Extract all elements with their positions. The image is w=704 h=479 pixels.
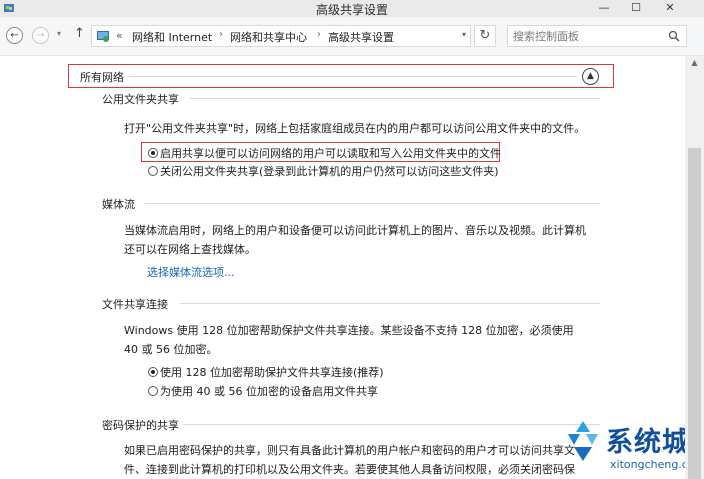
media-streaming-description: 当媒体流启用时，网络上的用户和设备便可以访问此计算机上的图片、音乐以及视频。此计…	[124, 224, 586, 256]
radio-option-disable-public-sharing[interactable]: 关闭公用文件夹共享(登录到此计算机的用户仍然可以访问这些文件夹)	[148, 163, 499, 179]
forward-arrow-icon[interactable]: →	[32, 27, 49, 44]
radio-label: 使用 128 位加密帮助保护文件共享连接(推荐)	[160, 366, 384, 379]
watermark-brand: 系统城	[606, 427, 685, 458]
maximize-icon[interactable]: ☐	[622, 0, 650, 17]
refresh-icon[interactable]: ↻	[474, 25, 496, 47]
password-protected-description: 如果已启用密码保护的共享，则只有具备此计算机的用户帐户和密码的用户才可以访问共享…	[124, 444, 575, 476]
scroll-up-arrow-icon[interactable]: ▲	[685, 58, 704, 67]
radio-option-40-56-bit[interactable]: 为使用 40 或 56 位加密的设备启用文件共享	[148, 383, 378, 399]
radio-label: 启用共享以便可以访问网络的用户可以读取和写入公用文件夹中的文件	[160, 147, 501, 160]
search-icon[interactable]	[668, 30, 680, 42]
radio-button[interactable]	[148, 166, 158, 176]
divider	[180, 303, 600, 304]
search-input[interactable]	[513, 29, 653, 43]
breadcrumb-advanced-sharing[interactable]: 高级共享设置	[328, 29, 394, 45]
divider	[145, 203, 600, 204]
radio-option-enable-public-sharing[interactable]: 启用共享以便可以访问网络的用户可以读取和写入公用文件夹中的文件	[148, 145, 501, 161]
collapse-chevron-icon[interactable]: ▲	[582, 68, 599, 85]
back-arrow-icon[interactable]: ←	[6, 27, 23, 44]
section-title-public-folder: 公用文件夹共享	[102, 93, 179, 106]
address-bar[interactable]: « 网络和 Internet › 网络和共享中心 › 高级共享设置 ▾	[91, 25, 471, 47]
address-dropdown-chevron-icon[interactable]: ▾	[462, 30, 466, 39]
breadcrumb-separator[interactable]: ›	[317, 29, 321, 40]
network-icon	[97, 31, 109, 42]
up-arrow-icon[interactable]: ↑	[74, 26, 85, 41]
close-icon[interactable]: ✕	[656, 0, 684, 17]
divider	[190, 98, 600, 99]
settings-content: 所有网络 ▲ 公用文件夹共享 打开"公用文件夹共享"时，网络上包括家庭组成员在内…	[0, 56, 685, 479]
recent-pages-chevron-icon[interactable]: ▾	[57, 29, 61, 38]
radio-button[interactable]	[148, 386, 158, 396]
breadcrumb-network-sharing-center[interactable]: 网络和共享中心	[230, 29, 307, 45]
section-title-file-sharing: 文件共享连接	[102, 298, 168, 311]
section-title-media-streaming: 媒体流	[102, 198, 135, 211]
navigation-bar: ← → ▾ ↑ « 网络和 Internet › 网络和共享中心 › 高级共享设…	[0, 17, 704, 56]
radio-label: 为使用 40 或 56 位加密的设备启用文件共享	[160, 385, 378, 398]
minimize-icon[interactable]: —	[590, 0, 618, 17]
media-streaming-options-link[interactable]: 选择媒体流选项...	[147, 264, 235, 280]
breadcrumb-overflow[interactable]: «	[116, 29, 123, 42]
breadcrumb-network-internet[interactable]: 网络和 Internet	[132, 29, 212, 45]
radio-label: 关闭公用文件夹共享(登录到此计算机的用户仍然可以访问这些文件夹)	[160, 165, 499, 178]
section-title-password-protected: 密码保护的共享	[102, 419, 179, 432]
radio-option-128-bit[interactable]: 使用 128 位加密帮助保护文件共享连接(推荐)	[148, 364, 384, 380]
search-box[interactable]	[507, 25, 687, 47]
network-profile-title: 所有网络	[80, 71, 124, 84]
scrollbar-thumb[interactable]	[688, 148, 701, 479]
watermark-logo-icon	[568, 421, 598, 461]
network-profile-header[interactable]: 所有网络 ▲	[68, 64, 614, 88]
watermark-url: xitongcheng.com	[610, 458, 685, 471]
breadcrumb-separator[interactable]: ›	[219, 29, 223, 40]
public-folder-description: 打开"公用文件夹共享"时，网络上包括家庭组成员在内的用户都可以访问公用文件夹中的…	[124, 122, 586, 135]
radio-button-selected[interactable]	[148, 367, 158, 377]
file-sharing-description: Windows 使用 128 位加密帮助保护文件共享连接。某些设备不支持 128…	[124, 324, 574, 356]
vertical-scrollbar[interactable]: ▲	[685, 56, 704, 479]
radio-button-selected[interactable]	[148, 148, 158, 158]
divider	[183, 424, 600, 425]
divider	[129, 76, 577, 77]
title-bar: 高级共享设置 — ☐ ✕	[0, 0, 704, 17]
